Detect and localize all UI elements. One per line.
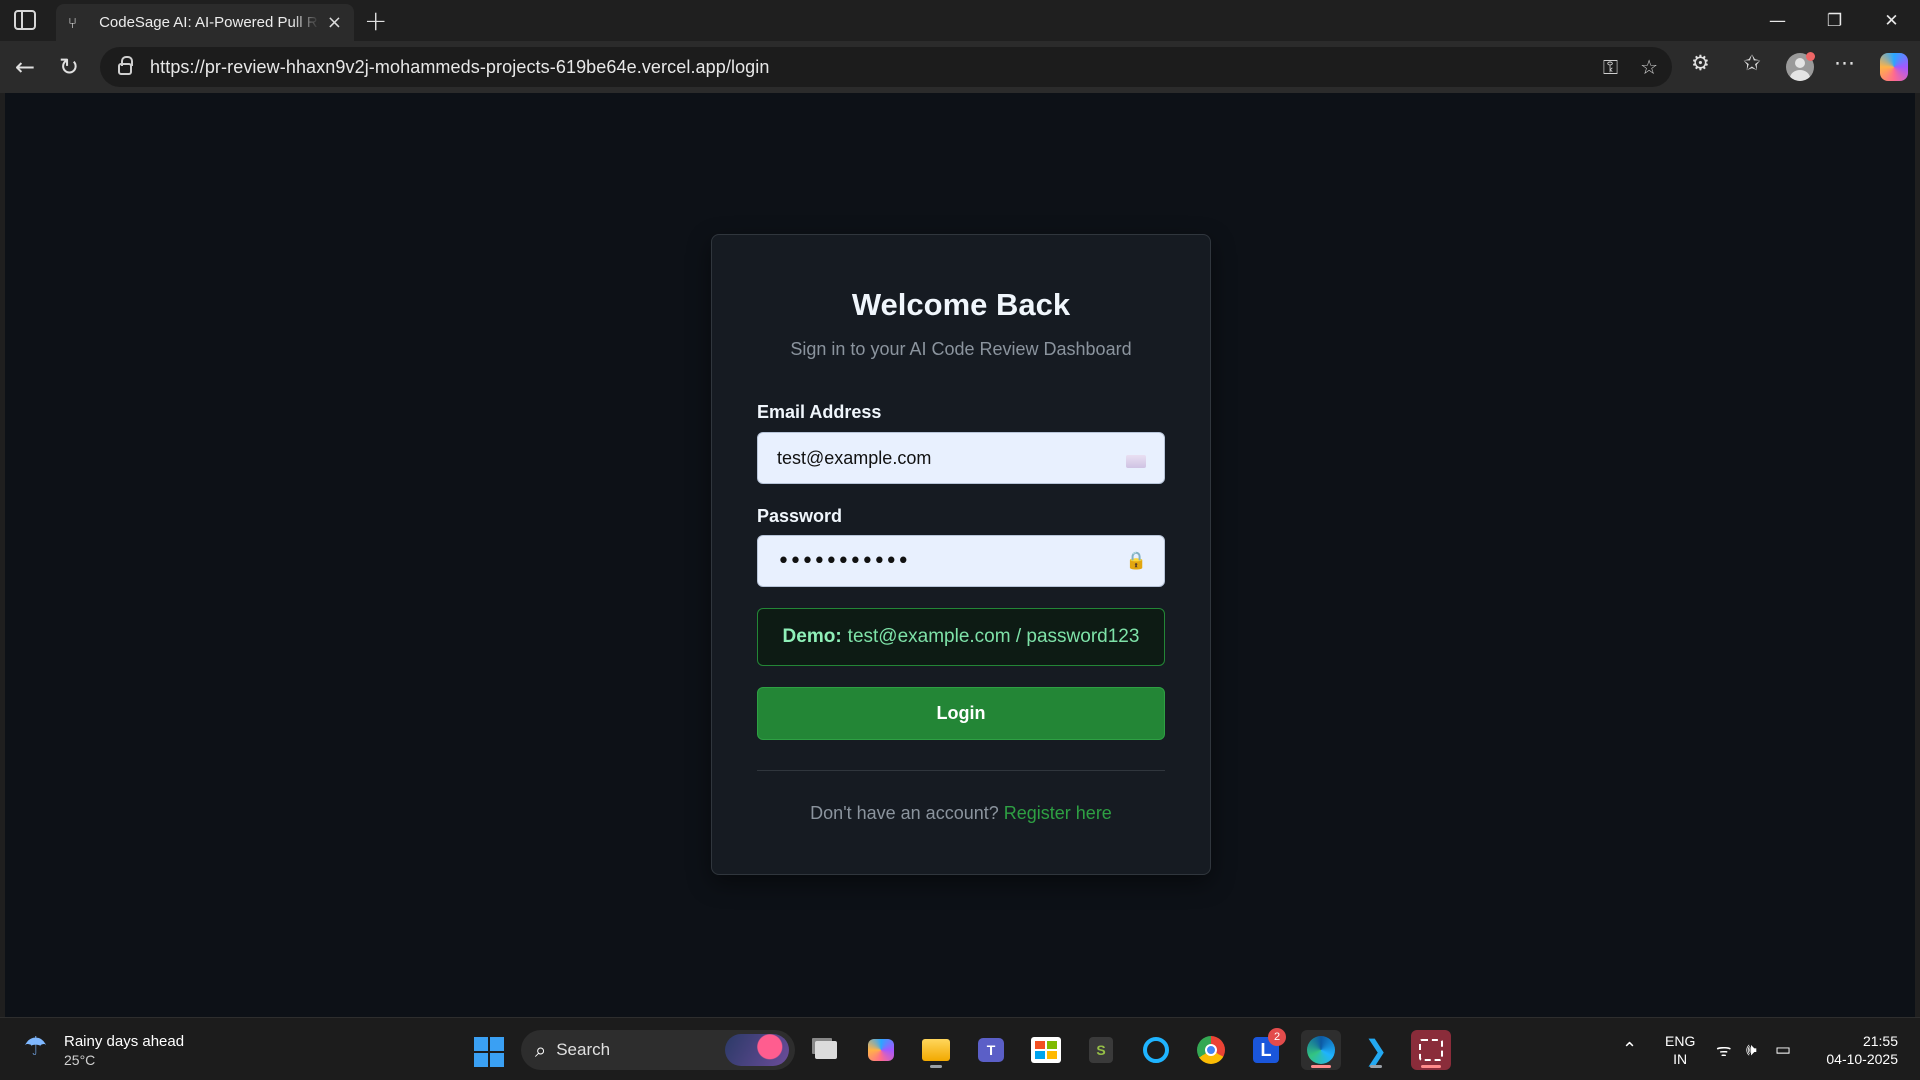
- email-field[interactable]: test@example.com: [757, 432, 1165, 484]
- password-label: Password: [757, 506, 843, 526]
- copilot-icon[interactable]: [1880, 53, 1908, 81]
- new-tab-button[interactable]: +: [364, 4, 387, 37]
- page-subtitle: Sign in to your AI Code Review Dashboard: [790, 339, 1132, 359]
- browser-tab-strip: ⑂ CodeSage AI: AI-Powered Pull Request R…: [0, 0, 1920, 41]
- clock-time: 21:55: [1862, 1033, 1898, 1049]
- pull-request-icon: ⑂: [68, 13, 78, 32]
- sidebar-toggle-icon[interactable]: [14, 10, 36, 30]
- address-bar[interactable]: https://pr-review-hhaxn9v2j-mohammeds-pr…: [100, 47, 1672, 87]
- microsoft-store-icon[interactable]: [1026, 1030, 1066, 1070]
- volume-icon[interactable]: 🕪: [1746, 1018, 1757, 1080]
- notification-badge: 2: [1268, 1028, 1286, 1046]
- email-value: test@example.com: [777, 447, 932, 468]
- battery-icon[interactable]: ▭: [1775, 1018, 1791, 1080]
- demo-text: test@example.com / password123: [847, 626, 1140, 647]
- window-controls: — ❐ ✕: [1749, 0, 1920, 41]
- search-label: Search: [556, 1040, 611, 1059]
- wifi-icon[interactable]: ᯤ: [1716, 1018, 1732, 1080]
- edge-icon[interactable]: [1301, 1030, 1341, 1070]
- vscode-icon[interactable]: ❯: [1356, 1030, 1396, 1070]
- register-link[interactable]: Register here: [1004, 803, 1112, 823]
- tab-title: CodeSage AI: AI-Powered Pull Request Rev…: [99, 14, 319, 31]
- profile-notification-dot: [1806, 52, 1815, 61]
- password-field[interactable]: ••••••••••• 🔒: [757, 535, 1165, 587]
- file-explorer-icon[interactable]: [916, 1030, 956, 1070]
- system-clock[interactable]: 21:55 04-10-2025: [1818, 1032, 1898, 1068]
- weather-widget[interactable]: Rainy days ahead 25°C: [64, 1032, 184, 1070]
- more-icon[interactable]: ⋯: [1834, 51, 1855, 75]
- page-title: Welcome Back: [851, 287, 1071, 322]
- divider: [757, 770, 1165, 771]
- chrome-icon[interactable]: [1191, 1030, 1231, 1070]
- clock-date: 04-10-2025: [1826, 1051, 1898, 1067]
- copilot-app-icon[interactable]: [861, 1030, 901, 1070]
- register-prompt-text: Don't have an account?: [810, 803, 999, 823]
- minimize-button[interactable]: —: [1749, 0, 1806, 41]
- search-icon: ⌕: [535, 1038, 547, 1062]
- windows-taskbar: ☂ Rainy days ahead 25°C ⌕ Search T S L2 …: [0, 1017, 1920, 1080]
- lock-icon: 🔒: [1125, 551, 1147, 571]
- favorites-icon[interactable]: ✩: [1743, 51, 1761, 75]
- weather-temp: 25°C: [64, 1052, 96, 1068]
- star-icon[interactable]: ☆: [1640, 55, 1658, 79]
- site-info-icon[interactable]: [118, 56, 133, 75]
- back-button[interactable]: ←: [9, 51, 41, 83]
- key-icon[interactable]: ⚿: [1603, 55, 1618, 79]
- tab-close-icon[interactable]: ×: [327, 12, 342, 33]
- email-icon: [1126, 455, 1146, 468]
- show-hidden-icons-chevron-icon[interactable]: ⌃: [1622, 1018, 1637, 1080]
- lang-line1: ENG: [1665, 1033, 1696, 1049]
- browser-toolbar: ← ↻ https://pr-review-hhaxn9v2j-mohammed…: [0, 41, 1920, 93]
- demo-credentials-notice: Demo: test@example.com / password123: [757, 608, 1165, 666]
- language-indicator[interactable]: ENG IN: [1665, 1032, 1695, 1068]
- password-value: •••••••••••: [777, 548, 910, 574]
- email-label: Email Address: [757, 402, 882, 422]
- browser-tab-active[interactable]: ⑂ CodeSage AI: AI-Powered Pull Request R…: [56, 4, 354, 41]
- extensions-icon[interactable]: ⚙: [1691, 51, 1710, 75]
- page-viewport: Welcome Back Sign in to your AI Code Rev…: [5, 93, 1915, 1017]
- snipping-tool-icon[interactable]: [1411, 1030, 1451, 1070]
- l-app-icon[interactable]: L2: [1246, 1028, 1286, 1070]
- demo-prefix: Demo:: [782, 626, 842, 647]
- teams-icon[interactable]: T: [971, 1030, 1011, 1070]
- taskbar-search[interactable]: ⌕ Search: [521, 1030, 795, 1070]
- lang-line2: IN: [1673, 1051, 1688, 1067]
- windows-start-icon[interactable]: [474, 1037, 504, 1067]
- url-text[interactable]: https://pr-review-hhaxn9v2j-mohammeds-pr…: [150, 57, 770, 78]
- cortana-icon[interactable]: [1136, 1030, 1176, 1070]
- search-highlight-icon: [725, 1034, 789, 1066]
- register-prompt: Don't have an account? Register here: [712, 803, 1210, 824]
- restore-button[interactable]: ❐: [1806, 0, 1863, 41]
- login-card: Welcome Back Sign in to your AI Code Rev…: [711, 234, 1211, 875]
- close-window-button[interactable]: ✕: [1863, 0, 1920, 41]
- login-button[interactable]: Login: [757, 687, 1165, 740]
- shopify-icon[interactable]: S: [1081, 1030, 1121, 1070]
- reload-button[interactable]: ↻: [53, 51, 85, 83]
- task-view-icon[interactable]: [806, 1030, 846, 1070]
- umbrella-icon[interactable]: ☂: [24, 1032, 47, 1062]
- weather-title: Rainy days ahead: [64, 1033, 185, 1050]
